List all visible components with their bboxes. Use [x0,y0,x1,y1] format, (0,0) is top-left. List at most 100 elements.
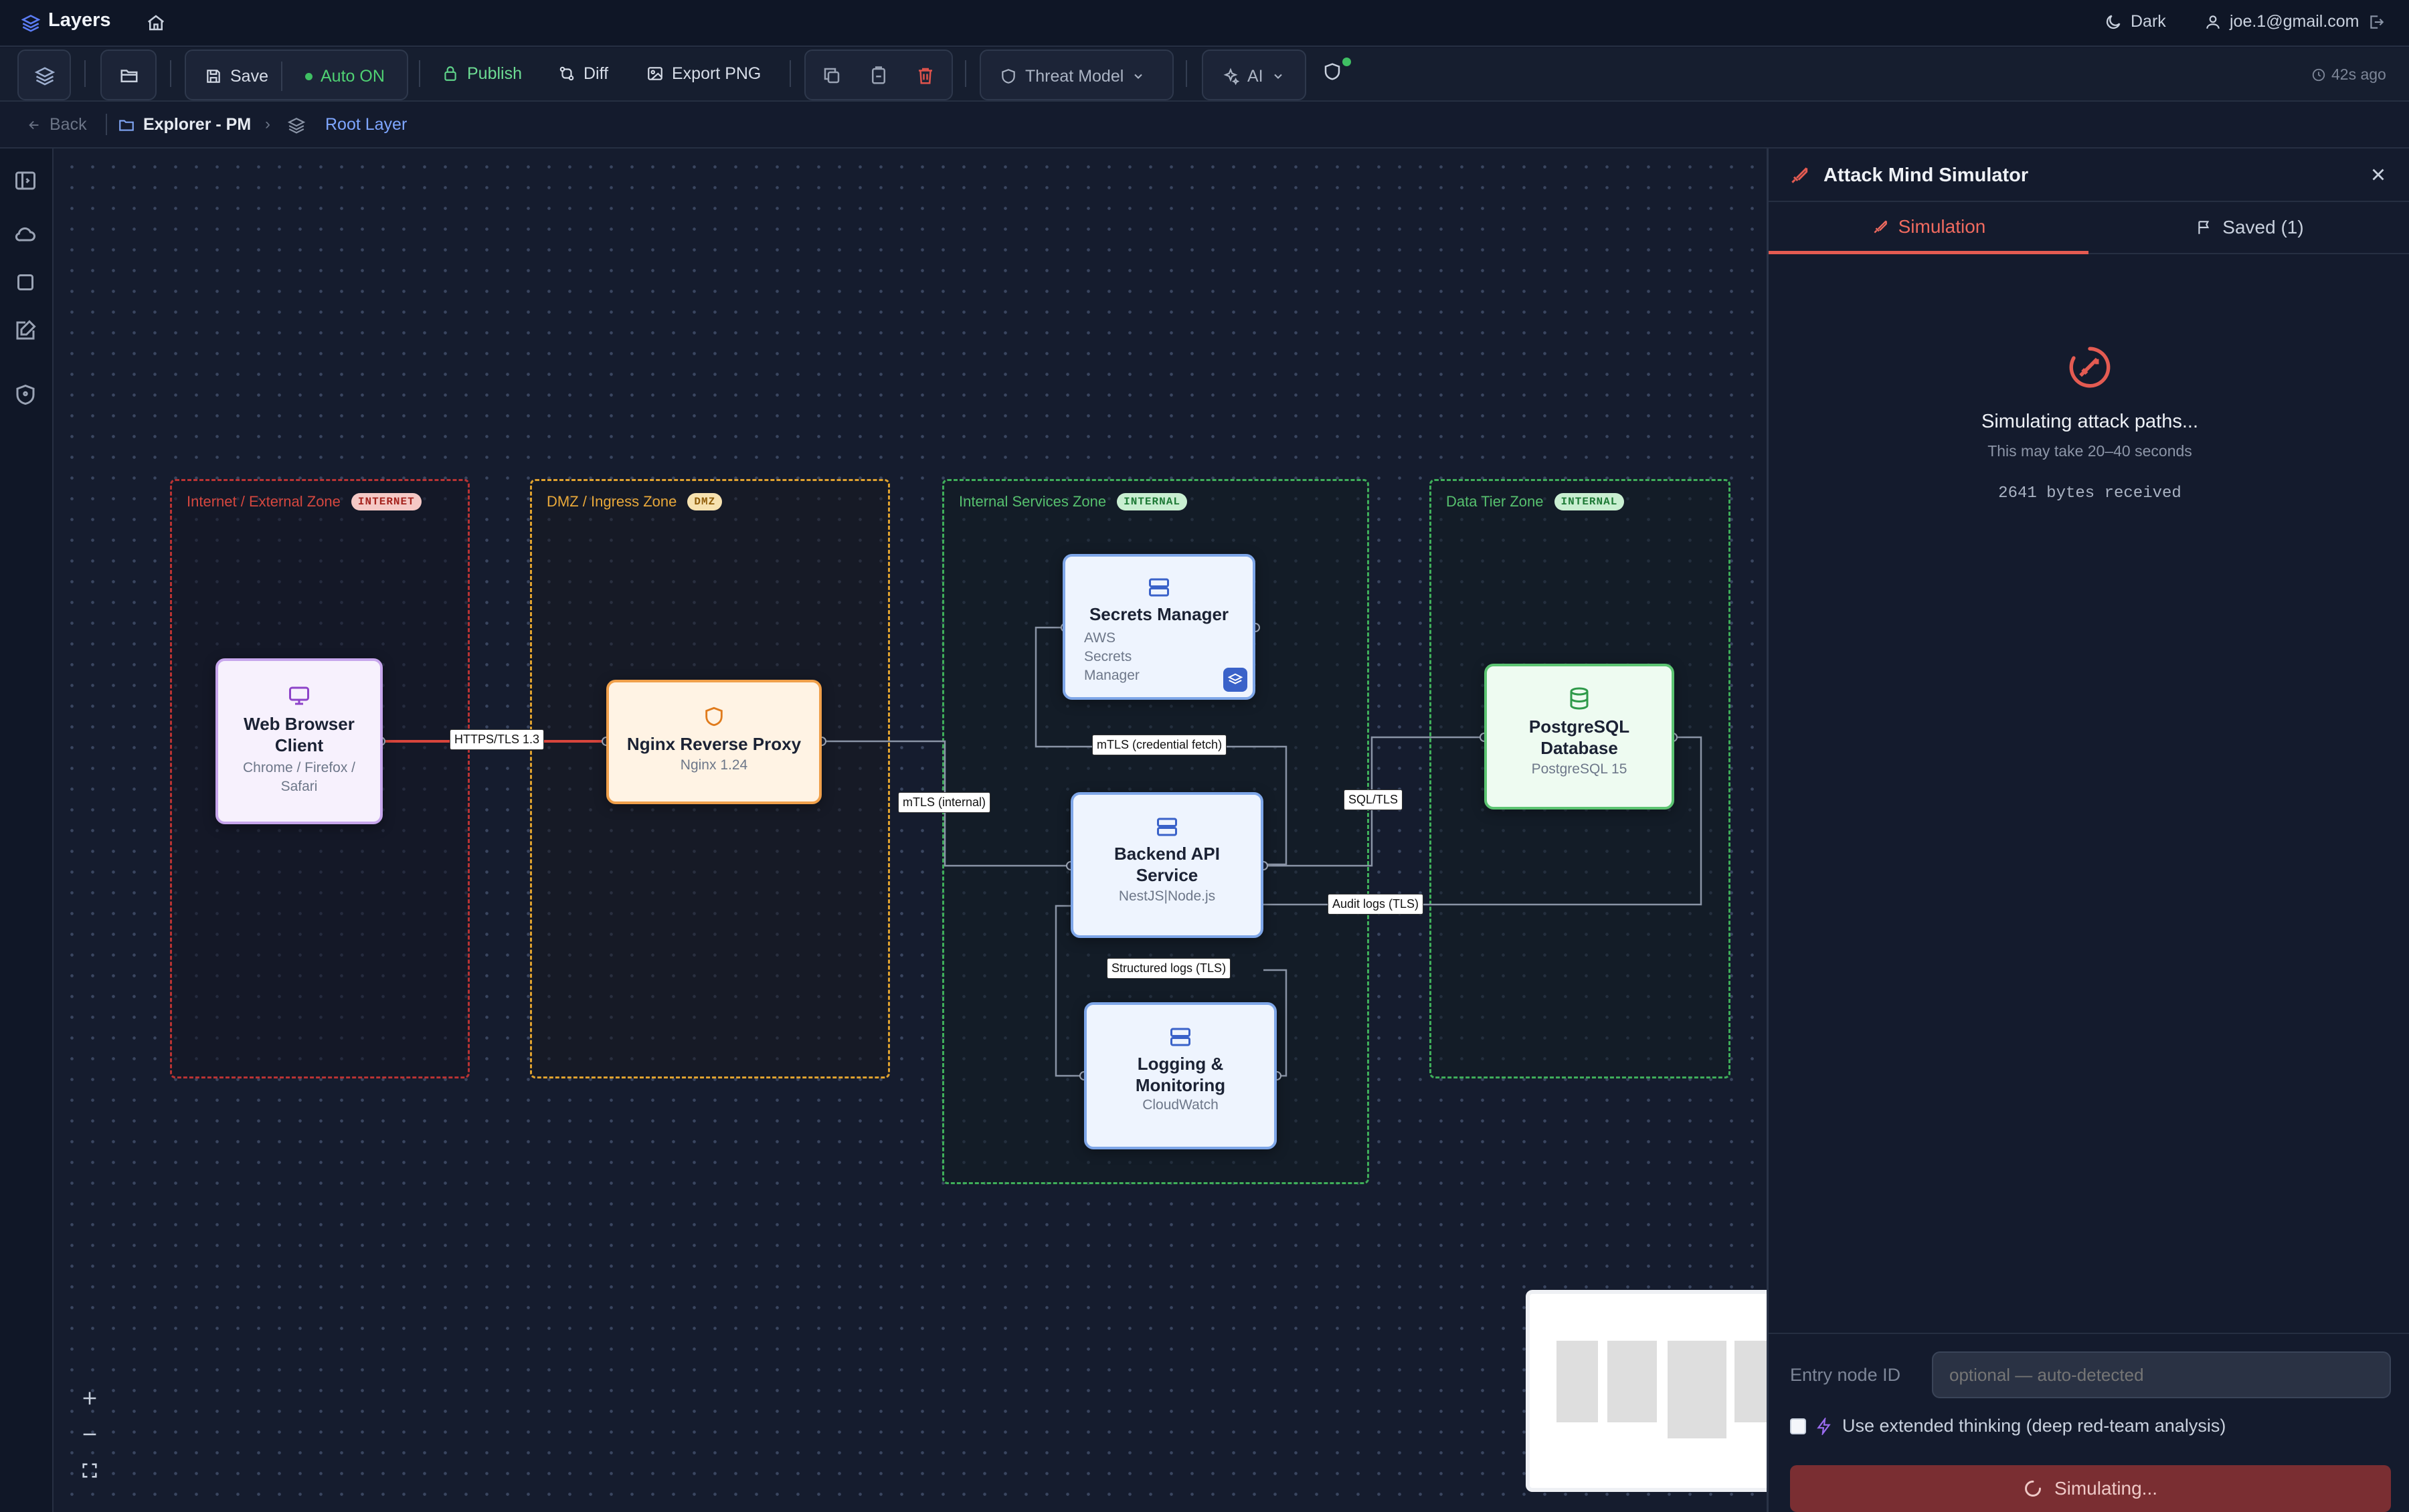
sword-spinner-icon [2069,347,2111,388]
left-rail [0,149,54,1512]
shield-icon [1002,69,1015,84]
node-subtitle: Chrome / Firefox / Safari [242,760,356,794]
threat-model-dropdown[interactable]: Threat Model [980,50,1174,100]
entry-node-label: Entry node ID [1790,1365,1901,1385]
edge-label-sql[interactable]: SQL/TLS [1344,789,1403,810]
minimap[interactable] [1526,1290,1767,1492]
edge-label-audit-logs[interactable]: Audit logs (TLS) [1328,894,1424,915]
simulate-button-label: Simulating... [2054,1478,2158,1499]
node-nginx-reverse-proxy[interactable]: Nginx Reverse Proxy Nginx 1.24 [606,680,822,804]
tab-saved[interactable]: Saved (1) [2088,202,2409,254]
square-icon[interactable] [13,270,37,294]
ai-dropdown[interactable]: AI [1202,50,1306,100]
diff-button[interactable]: Diff [558,58,608,90]
node-subtitle: NestJS|Node.js [1118,888,1216,904]
minimap-zone [1668,1341,1726,1438]
security-scan-button[interactable] [1322,58,1351,82]
export-png-button[interactable]: Export PNG [646,58,761,90]
moon-icon [2106,15,2121,29]
home-icon[interactable] [146,13,166,33]
zoom-in-button[interactable] [71,1381,108,1416]
ai-label: AI [1247,66,1263,86]
node-logging-monitoring[interactable]: Logging & Monitoring CloudWatch [1084,1002,1277,1149]
shield-icon[interactable] [13,383,37,407]
open-project-button[interactable] [100,50,157,100]
plus-icon [83,1392,96,1405]
copy-icon[interactable] [822,66,842,86]
breadcrumb-layer[interactable]: Root Layer [288,115,407,134]
diff-label: Diff [584,64,609,83]
sidebar-toggle-icon[interactable] [13,169,37,193]
chevron-down-icon [1273,74,1282,79]
cloud-icon[interactable] [13,222,37,246]
node-title: Web Browser Client [244,714,355,755]
save-group: Save Auto ON [185,50,408,100]
edge-label-https[interactable]: HTTPS/TLS 1.3 [450,729,545,750]
simulate-button[interactable]: Simulating... [1790,1465,2391,1512]
node-web-browser-client[interactable]: Web Browser Client Chrome / Firefox / Sa… [215,658,383,824]
node-title: Backend API Service [1114,844,1220,885]
arrow-left-icon [29,120,39,129]
user-menu[interactable]: joe.1@gmail.com [2204,12,2385,31]
save-label: Save [230,66,268,86]
simulation-form: Entry node ID Use extended thinking (dee… [1769,1333,2409,1512]
layers-panel-button[interactable] [17,50,71,100]
node-subtitle: Nginx 1.24 [680,757,748,773]
save-icon [207,70,220,83]
panel-title: Attack Mind Simulator [1823,165,2029,186]
breadcrumb: Back Explorer - PM › Root Layer [0,102,2409,149]
trash-icon[interactable] [915,66,935,86]
folder-open-icon [120,70,138,82]
node-title: PostgreSQL Database [1528,717,1630,758]
database-icon [1570,687,1589,710]
flag-icon [2198,221,2210,234]
tab-simulation[interactable]: Simulation [1769,202,2088,254]
minimap-zone [1734,1341,1767,1422]
tab-saved-label: Saved (1) [2222,217,2304,238]
auto-label: Auto ON [321,66,385,86]
layers-icon [35,67,55,86]
extended-thinking-checkbox[interactable] [1790,1418,1806,1434]
extended-thinking-label: Use extended thinking (deep red-team ana… [1842,1416,2226,1436]
image-icon [648,67,662,80]
edge-handles [376,623,1678,1080]
edge-label-structured-logs[interactable]: Structured logs (TLS) [1107,958,1231,979]
zoom-controls [71,1381,108,1489]
publish-button[interactable]: Publish [442,58,522,90]
zoom-out-button[interactable] [71,1417,108,1452]
edit-actions-group [804,50,953,100]
user-icon [2206,15,2220,29]
edge-label-mtls-internal[interactable]: mTLS (internal) [898,792,991,813]
publish-label: Publish [467,64,522,83]
user-email: joe.1@gmail.com [2230,12,2359,31]
paste-icon[interactable] [869,66,889,86]
edit-note-icon[interactable] [13,318,37,343]
app-name: Layers [48,9,111,31]
server-icon [1149,578,1169,597]
auto-save-toggle[interactable]: Auto ON [305,60,385,92]
node-subtitle: PostgreSQL 15 [1531,761,1627,777]
threat-model-label: Threat Model [1025,66,1124,86]
status-dot [1342,58,1351,66]
node-secrets-manager[interactable]: Secrets Manager AWS Secrets Manager [1063,554,1255,700]
node-backend-api-service[interactable]: Backend API Service NestJS|Node.js [1071,792,1263,938]
folder-icon [119,119,134,131]
extended-thinking-option[interactable]: Use extended thinking (deep red-team ana… [1790,1416,2226,1436]
entry-node-input[interactable] [1932,1351,2391,1398]
breadcrumb-project[interactable]: Explorer - PM [118,115,251,134]
close-icon[interactable] [2368,165,2388,185]
sublayer-badge[interactable] [1223,668,1247,692]
back-label: Back [50,115,87,134]
edge-label-mtls-credential[interactable]: mTLS (credential fetch) [1092,735,1227,755]
save-button[interactable]: Save [205,60,268,92]
theme-toggle[interactable]: Dark [2104,12,2166,31]
logout-icon[interactable] [2368,13,2385,31]
diagram-canvas[interactable]: Internet / External Zone INTERNET DMZ / … [54,149,1767,1512]
git-diff-icon [559,66,574,81]
back-button[interactable]: Back [27,115,87,134]
top-bar: Layers Dark joe.1@gmail.com [0,0,2409,47]
node-postgresql-database[interactable]: PostgreSQL Database PostgreSQL 15 [1484,664,1674,810]
last-saved: 42s ago [2311,66,2386,84]
tab-simulation-label: Simulation [1898,215,1986,237]
fit-view-button[interactable] [71,1453,108,1488]
